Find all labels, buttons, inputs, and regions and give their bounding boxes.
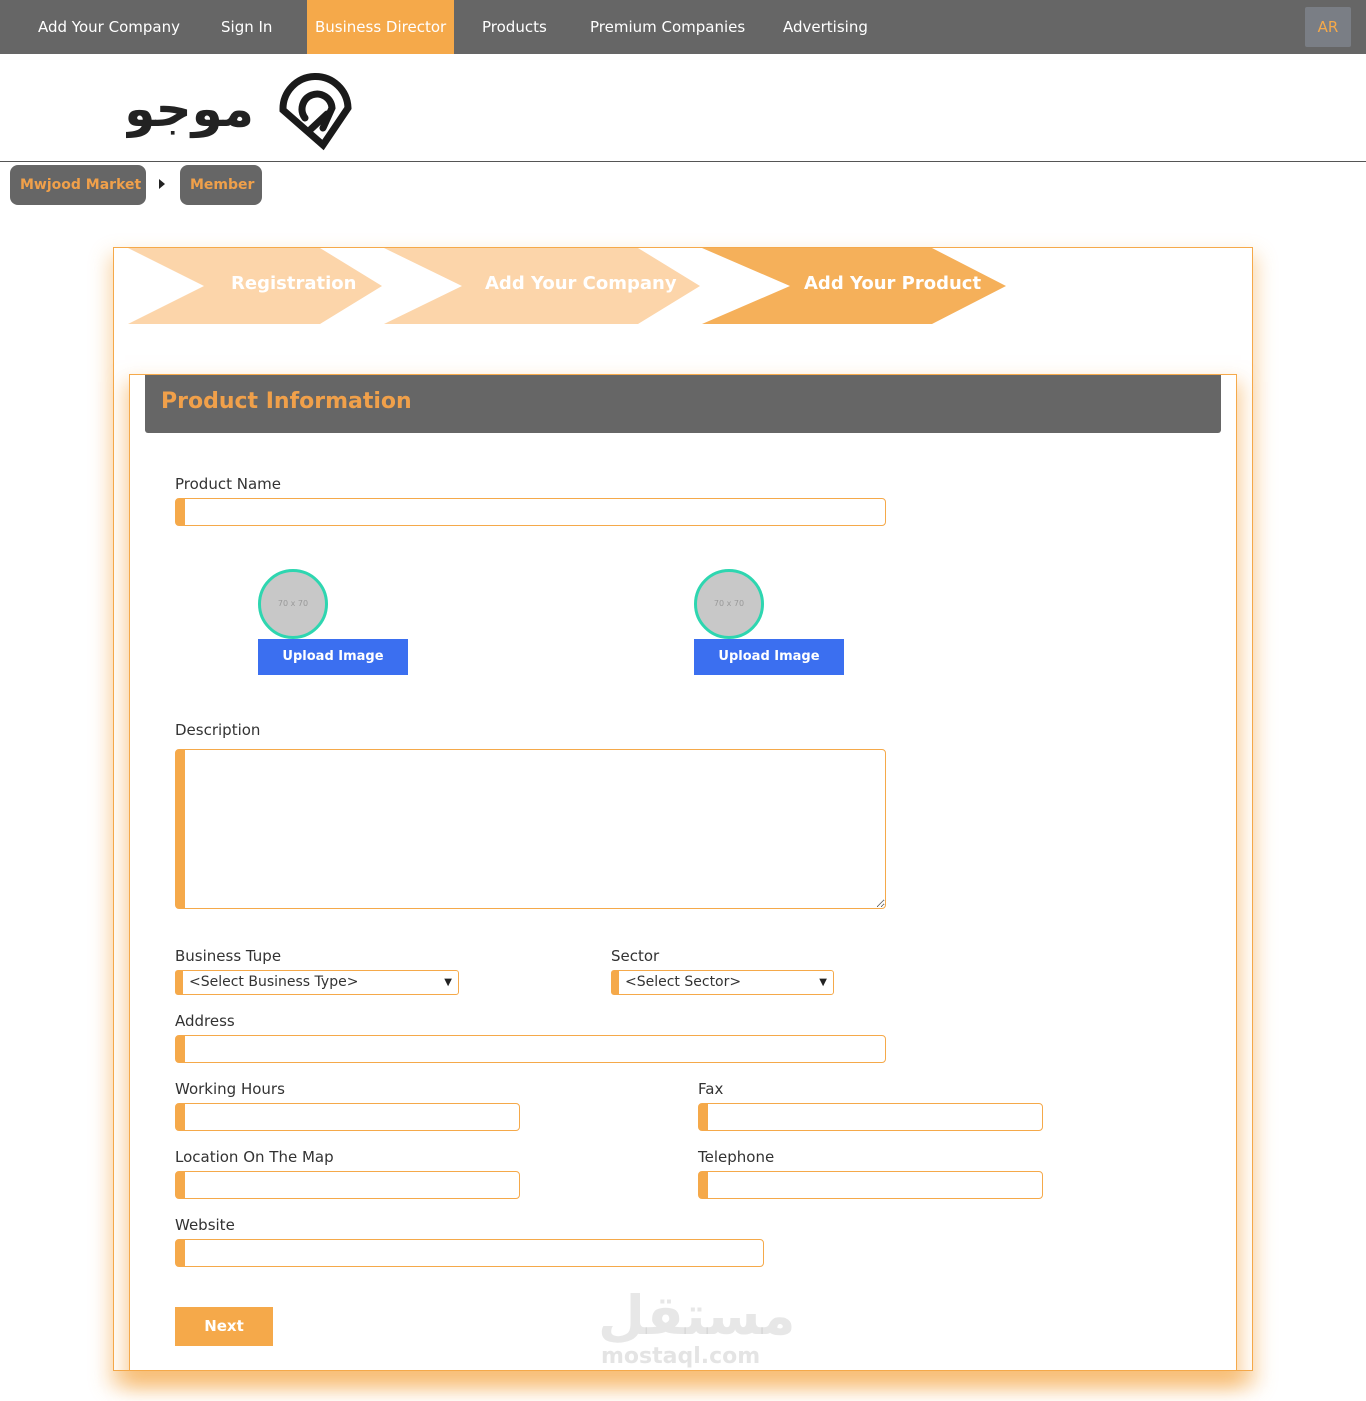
sector-selected-value: <Select Sector>	[625, 974, 742, 990]
sector-label: Sector	[611, 947, 660, 965]
dropdown-arrow-icon: ▼	[819, 977, 827, 988]
nav-products[interactable]: Products	[482, 0, 547, 54]
product-image-preview-2: 70 x 70	[694, 569, 764, 639]
top-nav: Add Your Company Sign In Business Direct…	[0, 0, 1366, 54]
telephone-label: Telephone	[698, 1148, 775, 1166]
website-label: Website	[175, 1216, 235, 1234]
panel-title: Product Information	[161, 389, 412, 414]
dropdown-arrow-icon: ▼	[444, 977, 452, 988]
upload-image-button-1[interactable]: Upload Image	[258, 639, 408, 675]
business-type-label: Business Tupe	[175, 947, 282, 965]
step-registration[interactable]: Registration	[231, 270, 356, 298]
watermark-arabic: مستقل	[598, 1284, 796, 1347]
nav-advertising[interactable]: Advertising	[783, 0, 868, 54]
description-textarea[interactable]	[175, 749, 886, 909]
business-type-selected-value: <Select Business Type>	[189, 974, 359, 990]
fax-label: Fax	[698, 1080, 724, 1098]
location-input[interactable]	[175, 1171, 520, 1199]
step-add-your-product[interactable]: Add Your Product	[804, 270, 981, 298]
panel-header: Product Information	[145, 375, 1221, 433]
working-hours-input[interactable]	[175, 1103, 520, 1131]
description-label: Description	[175, 721, 261, 739]
fax-input[interactable]	[698, 1103, 1043, 1131]
logo-wordmark: موجود	[126, 80, 254, 139]
next-button[interactable]: Next	[175, 1307, 273, 1346]
site-logo[interactable]: موجود	[99, 66, 366, 156]
breadcrumb-member[interactable]: Member	[180, 165, 262, 205]
business-type-select[interactable]: <Select Business Type> ▼	[175, 970, 459, 995]
location-label: Location On The Map	[175, 1148, 334, 1166]
address-label: Address	[175, 1012, 235, 1030]
nav-business-director[interactable]: Business Director	[307, 0, 455, 54]
nav-sign-in[interactable]: Sign In	[221, 0, 272, 54]
product-name-label: Product Name	[175, 475, 281, 493]
nav-add-your-company[interactable]: Add Your Company	[38, 0, 180, 54]
product-image-preview-1: 70 x 70	[258, 569, 328, 639]
telephone-input[interactable]	[698, 1171, 1043, 1199]
upload-image-button-2[interactable]: Upload Image	[694, 639, 844, 675]
logo-header: موجود	[0, 54, 1366, 162]
breadcrumb-mwjood-market[interactable]: Mwjood Market	[10, 165, 146, 205]
working-hours-label: Working Hours	[175, 1080, 285, 1098]
product-name-input[interactable]	[175, 498, 886, 526]
address-input[interactable]	[175, 1035, 886, 1063]
mwjood-logo-icon: موجود	[99, 73, 352, 151]
nav-premium-companies[interactable]: Premium Companies	[590, 0, 745, 54]
sector-select[interactable]: <Select Sector> ▼	[611, 970, 834, 995]
breadcrumb-caret-icon	[159, 179, 165, 189]
step-add-your-company[interactable]: Add Your Company	[485, 270, 677, 298]
language-toggle-button[interactable]: AR	[1305, 7, 1351, 47]
website-input[interactable]	[175, 1239, 764, 1267]
watermark-latin: mostaql.com	[601, 1344, 761, 1369]
